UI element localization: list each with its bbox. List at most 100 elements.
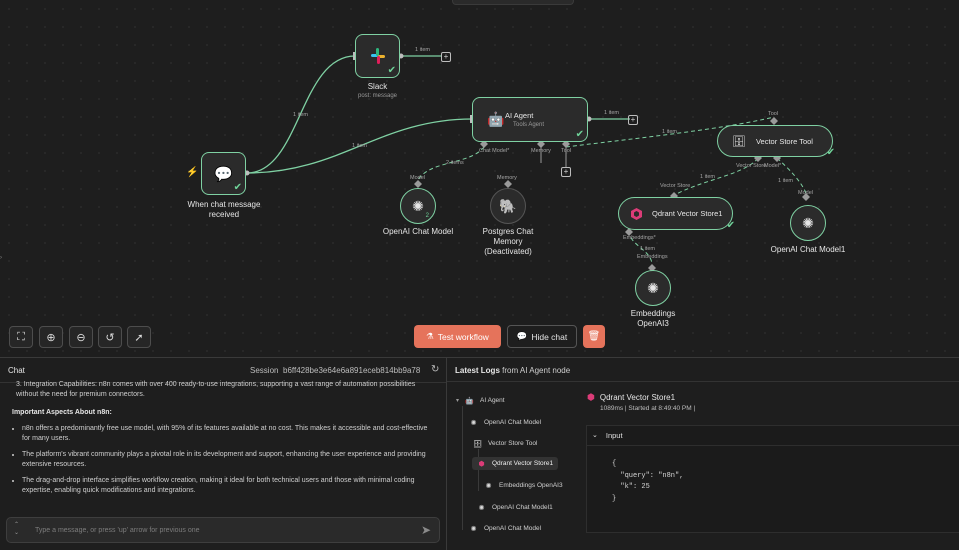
delete-button[interactable]: 🗑: [583, 325, 605, 348]
chat-bullet-list: n8n offers a predominantly free use mode…: [12, 424, 432, 496]
vector-store-tool-label: Vector Store Tool: [755, 136, 813, 146]
test-workflow-button[interactable]: ⚗ Test workflow: [414, 325, 501, 348]
code-line: {: [612, 460, 617, 468]
test-workflow-label: Test workflow: [437, 331, 489, 342]
edge-label-qdrant-embed: 1 item: [640, 246, 655, 252]
embeddings-port-label: Embeddings: [637, 254, 668, 260]
fit-view-button[interactable]: ⛶: [9, 326, 33, 348]
chat-bubbles-icon: 💬: [214, 165, 233, 183]
add-tool-button[interactable]: +: [561, 167, 571, 177]
tree-item-openai-chat-model-2[interactable]: ✺ OpenAI Chat Model: [469, 524, 542, 533]
session-label: Session: [250, 366, 279, 375]
tree-item-qdrant-selected[interactable]: ⬢ Qdrant Vector Store1: [472, 457, 559, 470]
list-item: n8n offers a predominantly free use mode…: [22, 424, 432, 444]
slack-node[interactable]: ✔: [355, 34, 400, 78]
workflow-canvas[interactable]: 1 item 1 item 1 item 1 item 1 item 2 ite…: [0, 0, 959, 357]
ai-agent-label: AI Agent: [505, 111, 534, 120]
tree-item-openai-chat-model[interactable]: ✺ OpenAI Chat Model: [469, 418, 542, 427]
tidy-up-button[interactable]: ➚: [127, 326, 151, 348]
tree-item-vector-store-tool[interactable]: 🗄 Vector Store Tool: [473, 439, 537, 448]
edge-label-trigger-agent: 1 item: [352, 143, 367, 149]
openai-chat-model1-label: OpenAI Chat Model1: [770, 245, 846, 254]
chat-input[interactable]: ⌃ ⌄ Type a message, or press 'up' arrow f…: [6, 517, 440, 543]
tree-item-label: OpenAI Chat Model: [484, 419, 542, 426]
openai-icon: ✺: [802, 214, 814, 231]
chat-messages: 3. Integration Capabilities: n8n comes w…: [12, 380, 432, 502]
database-icon: 🗄: [473, 440, 482, 448]
reset-zoom-button[interactable]: ↺: [98, 326, 122, 348]
edge-label-model-agent: 2 items: [446, 160, 464, 166]
zoom-out-icon: ⊖: [76, 331, 86, 344]
logs-title-bold: Latest Logs: [455, 366, 500, 375]
chat-title: Chat: [8, 366, 25, 375]
tree-item-label: OpenAI Chat Model1: [492, 504, 553, 511]
vs-port-label: Vector Store: [736, 163, 767, 169]
connections-layer: [244, 52, 810, 272]
tree-line: [462, 406, 463, 530]
postgres-memory-label: Postgres Chat Memory (Deactivated): [482, 227, 534, 256]
success-check-icon: ✔: [726, 220, 735, 231]
success-check-icon: ✔: [826, 147, 835, 158]
send-icon[interactable]: ➤: [421, 523, 431, 537]
tree-line: [478, 449, 479, 491]
trash-icon: 🗑: [587, 331, 601, 342]
chat-panel: Chat Session b6ff428be3e64e6a891eceb814b…: [0, 357, 446, 550]
openai-chat-model-node[interactable]: ✺ 2: [400, 188, 436, 224]
tree-item-label: Vector Store Tool: [488, 440, 538, 447]
edge-label-vs-qdrant: 1 item: [700, 174, 715, 180]
zoom-out-button[interactable]: ⊖: [69, 326, 93, 348]
tree-item-label: Embeddings OpenAI3: [499, 482, 563, 489]
refresh-session-icon[interactable]: ↻: [431, 364, 439, 375]
hide-chat-button[interactable]: 💬 Hide chat: [507, 325, 577, 348]
code-line: "query": "n8n",: [612, 471, 684, 480]
tree-item-openai-chat-model1[interactable]: ✺ OpenAI Chat Model1: [477, 503, 553, 512]
tree-item-ai-agent[interactable]: ▾ 🤖 AI Agent: [456, 396, 505, 405]
edge-label-slack-out: 1 item: [415, 47, 430, 53]
cursor-icon: ➚: [134, 331, 144, 344]
slack-icon: [370, 48, 385, 64]
add-after-slack-button[interactable]: +: [441, 52, 451, 62]
divider: [586, 445, 959, 446]
model-port-label: Model: [798, 190, 813, 196]
zoom-in-icon: ⊕: [46, 331, 56, 344]
chat-message-heading: Important Aspects About n8n:: [12, 409, 112, 416]
openai-icon: ✺: [478, 504, 485, 512]
openai-chat-model-label: OpenAI Chat Model: [382, 227, 454, 236]
embeddings-star-port-label: Embeddings*: [623, 235, 656, 241]
openai-icon: ✺: [485, 482, 492, 490]
history-arrows-icon[interactable]: ⌃ ⌄: [14, 521, 19, 537]
flask-icon: ⚗: [426, 331, 434, 341]
vector-store-port-label: Vector Store: [660, 183, 691, 189]
logs-title-rest: from AI Agent node: [502, 366, 571, 375]
chat-bubble-icon: 💬: [516, 331, 528, 341]
qdrant-vector-store-node[interactable]: Qdrant Vector Store1 ✔: [618, 197, 735, 231]
edge-label-agent-out: 1 item: [604, 110, 619, 116]
session-id: b6ff428be3e64e6a891eceb814bb9a78: [283, 366, 421, 375]
edge-label-trigger-slack: 1 item: [293, 112, 308, 118]
chat-trigger-label: When chat message received: [187, 200, 261, 219]
divider: [447, 381, 959, 382]
zoom-in-button[interactable]: ⊕: [39, 326, 63, 348]
input-section-label: Input: [605, 431, 623, 440]
edge-vs-model1: [776, 157, 807, 194]
input-section-header[interactable]: ⌄ Input: [592, 431, 623, 440]
postgres-memory-node[interactable]: 🐘: [490, 188, 526, 224]
robot-icon: 🤖: [487, 111, 505, 127]
embeddings-openai-node[interactable]: ✺: [635, 270, 671, 306]
openai-chat-model1-node[interactable]: ✺: [790, 205, 826, 241]
log-detail-header: ⬢ Qdrant Vector Store1: [587, 392, 675, 403]
tree-item-embeddings[interactable]: ✺ Embeddings OpenAI3: [484, 481, 563, 490]
chat-trigger-node[interactable]: 💬 ✔: [201, 152, 246, 195]
port-tool-label: Tool: [561, 148, 572, 154]
database-icon: 🗄: [732, 135, 746, 148]
add-after-agent-button[interactable]: +: [628, 115, 638, 125]
trigger-bolt-icon: ⚡: [186, 167, 199, 178]
vector-store-tool-node[interactable]: 🗄 Vector Store Tool ✔: [717, 125, 835, 158]
canvas-edge-marker: ›: [0, 255, 2, 261]
openai-icon: ✺: [647, 279, 659, 296]
qdrant-icon: ⬢: [478, 460, 485, 468]
embeddings-label: Embeddings OpenAI3: [630, 309, 676, 328]
tree-item-label: AI Agent: [480, 397, 505, 404]
run-count-badge: 2: [425, 213, 429, 219]
hide-chat-label: Hide chat: [531, 331, 568, 342]
